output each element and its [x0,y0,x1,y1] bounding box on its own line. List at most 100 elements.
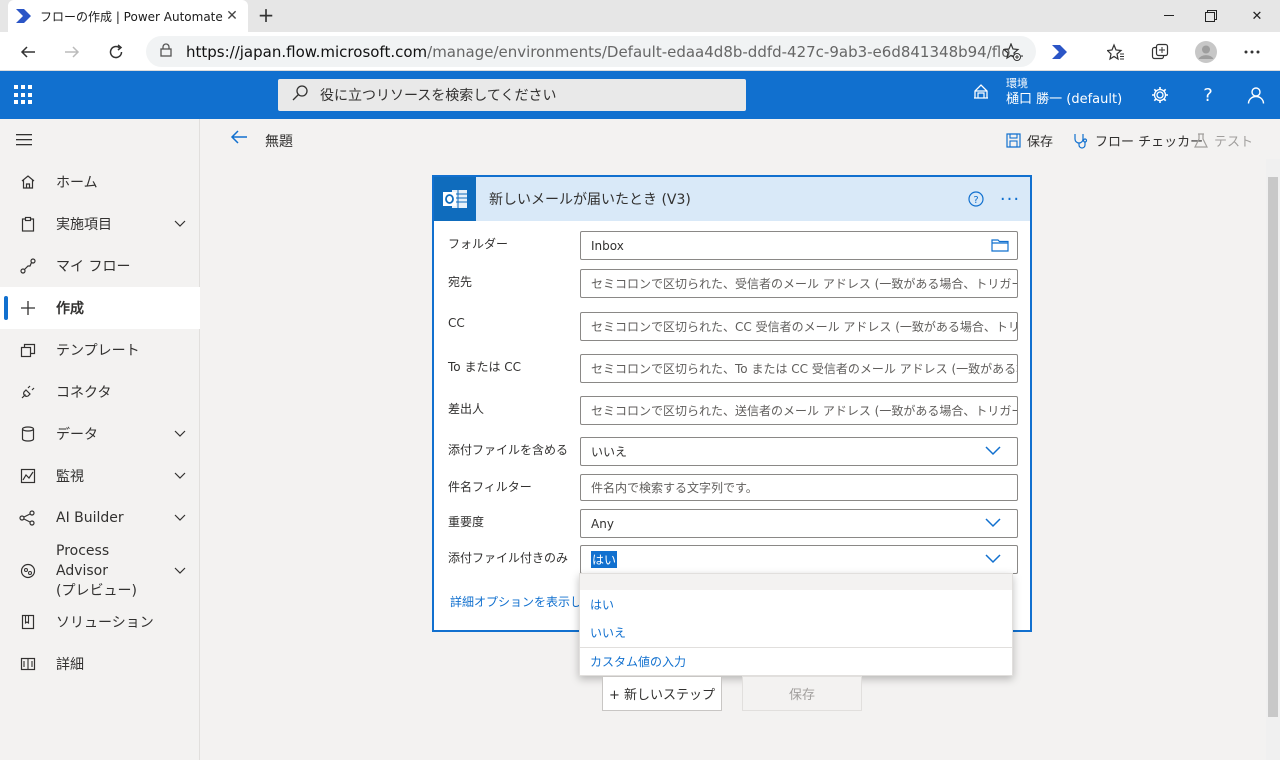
more-options-icon[interactable] [1238,38,1266,66]
power-automate-extension-icon[interactable] [1046,38,1074,66]
include-attachments-label: 添付ファイルを含める [448,443,569,457]
sidebar-item-my-flows[interactable]: マイ フロー [0,245,200,287]
search-icon [292,85,310,105]
add-favorite-icon[interactable] [998,38,1026,66]
from-field[interactable]: セミコロンで区切られた、送信者のメール アドレス (一致がある場合、トリガーが実 [580,396,1018,425]
flow-name[interactable]: 無題 [265,131,293,151]
stethoscope-icon [1073,133,1089,149]
settings-gear-icon[interactable] [1146,81,1174,109]
trigger-card-header[interactable]: 新しいメールが届いたとき (V3) ? ··· [434,177,1030,221]
folder-icon[interactable] [991,238,1009,252]
folder-label: フォルダー [448,237,509,251]
test-button[interactable]: テスト [1194,131,1253,150]
importance-select[interactable]: Any [580,509,1018,538]
new-tab-button[interactable]: + [254,4,278,28]
sidebar-item-home[interactable]: ホーム [0,161,200,203]
app-header: 役に立つリソースを検索してください 環境 樋口 勝一 (default) ? [0,71,1280,119]
database-icon [0,426,56,442]
environment-picker[interactable]: 環境 樋口 勝一 (default) [972,77,1122,109]
save-command-button[interactable]: 保存 [1006,131,1053,150]
folder-field[interactable]: Inbox [580,231,1018,260]
process-advisor-preview: (プレビュー) [56,583,137,599]
selected-value: はい [591,551,618,568]
tab-title: フローの作成 | Power Automate [40,9,223,24]
help-circle-icon[interactable]: ? [962,191,990,207]
show-advanced-options-link[interactable]: 詳細オプションを表示し [450,593,582,610]
importance-label: 重要度 [448,515,485,529]
back-button[interactable] [14,38,42,66]
sidebar-item-templates[interactable]: テンプレート [0,329,200,371]
hamburger-icon [0,134,48,146]
refresh-button[interactable] [102,38,130,66]
chevron-down-icon [985,554,1001,564]
close-tab-icon[interactable]: ✕ [224,8,240,24]
only-with-attachments-select[interactable]: はい [580,545,1018,574]
to-field[interactable]: セミコロンで区切られた、受信者のメール アドレス (一致がある場合、トリガーが実 [580,269,1018,298]
browser-tab-strip: フローの作成 | Power Automate ✕ + ✕ [0,0,1280,32]
address-bar[interactable]: https://japan.flow.microsoft.com/manage/… [146,36,1036,67]
search-placeholder: 役に立つリソースを検索してください [320,88,557,104]
outlook-icon [434,177,476,221]
resource-search-input[interactable]: 役に立つリソースを検索してください [278,79,746,111]
chevron-down-icon [160,220,200,228]
option-custom-value[interactable]: カスタム値の入力 [590,653,686,670]
lock-icon [160,42,174,61]
trigger-card: 新しいメールが届いたとき (V3) ? ··· フォルダー Inbox 宛先 セ… [432,175,1032,632]
home-icon [0,174,56,190]
back-arrow-icon[interactable] [230,129,248,150]
option-no[interactable]: いいえ [590,624,626,641]
chevron-down-icon [160,430,200,438]
collections-icon[interactable] [1146,38,1174,66]
vertical-scrollbar[interactable] [1266,159,1280,760]
sidebar-item-learn[interactable]: 詳細 [0,643,200,685]
flow-icon [0,258,56,274]
to-or-cc-field[interactable]: セミコロンで区切られた、To または CC 受信者のメール アドレス (一致があ… [580,354,1018,383]
chevron-down-icon [160,514,200,522]
environment-name: 樋口 勝一 (default) [1006,92,1123,107]
forward-button[interactable] [58,38,86,66]
minimize-button[interactable] [1146,0,1192,32]
sidebar-item-ai-builder[interactable]: AI Builder [0,497,200,539]
new-step-button[interactable]: + 新しいステップ [602,676,722,711]
clipboard-icon [0,216,56,232]
close-window-button[interactable]: ✕ [1234,0,1280,32]
ai-builder-icon [0,510,56,526]
nav-collapse-button[interactable] [0,119,200,161]
save-disk-icon [1006,133,1021,148]
flask-icon [1194,132,1208,149]
account-icon[interactable] [1242,81,1270,109]
flow-checker-button[interactable]: フロー チェッカー [1073,131,1203,150]
template-icon [0,342,56,358]
scrollbar-thumb[interactable] [1268,177,1278,717]
cc-field[interactable]: セミコロンで区切られた、CC 受信者のメール アドレス (一致がある場合、トリガ… [580,312,1018,341]
more-options-icon[interactable]: ··· [990,189,1030,210]
left-navigation: ホーム 実施項目 マイ フロー 作成 テンプレート コネクタ データ 監視 AI… [0,119,200,760]
save-button[interactable]: 保存 [742,676,862,711]
url-path: /manage/environments/Default-edaa4d8b-dd… [427,42,1025,61]
help-icon[interactable]: ? [1194,81,1222,109]
browser-tab[interactable]: フローの作成 | Power Automate ✕ [8,0,248,32]
app-launcher-icon[interactable] [14,85,34,105]
solutions-icon [0,614,56,630]
trigger-card-title: 新しいメールが届いたとき (V3) [489,192,691,208]
subject-filter-field[interactable]: 件名内で検索する文字列です。 [580,474,1018,501]
svg-text:?: ? [973,195,978,206]
chevron-down-icon [160,472,200,480]
sidebar-item-monitor[interactable]: 監視 [0,455,200,497]
sidebar-item-solutions[interactable]: ソリューション [0,601,200,643]
sidebar-item-create[interactable]: 作成 [0,287,200,329]
dropdown-options-popup: はい いいえ カスタム値の入力 [579,573,1013,676]
only-with-attachments-label: 添付ファイル付きのみ [448,551,569,565]
sidebar-item-data[interactable]: データ [0,413,200,455]
profile-avatar[interactable] [1192,38,1220,66]
restore-button[interactable] [1188,0,1234,32]
option-yes[interactable]: はい [590,596,614,613]
favorites-icon[interactable] [1102,38,1130,66]
include-attachments-select[interactable]: いいえ [580,437,1018,466]
process-advisor-label: Process Advisor [56,543,110,579]
environment-icon [972,82,992,104]
sidebar-item-connectors[interactable]: コネクタ [0,371,200,413]
sidebar-item-process-advisor[interactable]: Process Advisor (プレビュー) [0,543,200,599]
sidebar-item-action-items[interactable]: 実施項目 [0,203,200,245]
plus-icon [0,300,56,316]
